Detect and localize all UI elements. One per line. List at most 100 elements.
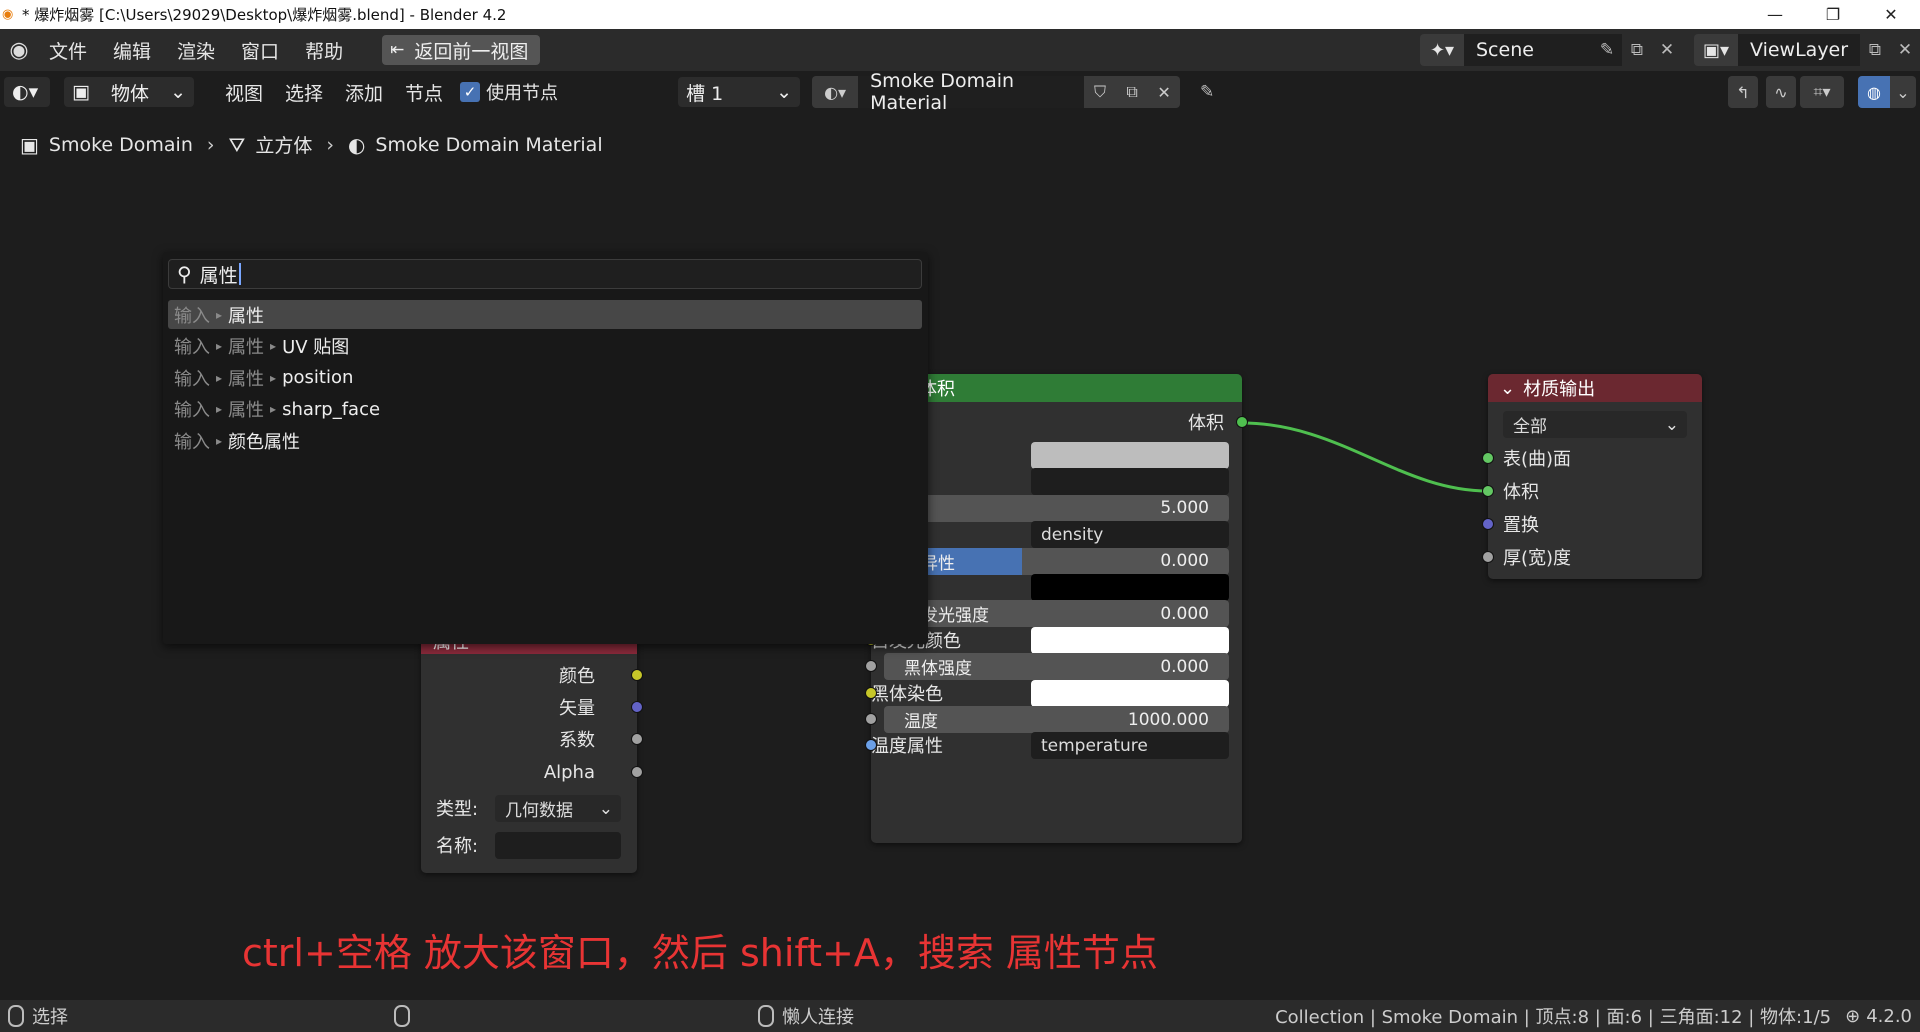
browse-material-icon[interactable]: ◐▾ — [812, 76, 859, 108]
color-swatch[interactable] — [1031, 626, 1229, 654]
minimize-button[interactable]: — — [1746, 0, 1804, 29]
back-to-previous-button[interactable]: ⇤ 返回前一视图 — [382, 35, 541, 65]
overlay-icon[interactable]: ◍ — [1858, 76, 1890, 108]
delete-view-layer-icon[interactable]: ✕ — [1890, 34, 1920, 66]
header-menu-add[interactable]: 添加 — [334, 79, 394, 106]
node-search-input[interactable]: ⚲ 属性 — [168, 259, 922, 289]
add-node-search-popup: ⚲ 属性 输入 ▸ 属性 输入 ▸ 属性 ▸ UV 贴图 输入 ▸ 属性 ▸ position 输入 ▸ 属性… — [163, 252, 928, 644]
object-mode-dropdown[interactable]: ▣ 物体 ⌄ — [64, 77, 194, 107]
search-result-item[interactable]: 输入 ▸ 属性 ▸ UV 贴图 — [168, 332, 922, 361]
volume-number-field[interactable]: 黑体强度 0.000 — [884, 653, 1229, 681]
use-nodes-toggle[interactable]: ✓ 使用节点 — [460, 79, 558, 105]
header-right-tools: ↰ ∿ ⌗▾ ◍ ⌄ — [1728, 71, 1920, 113]
output-node-header[interactable]: ⌄ 材质输出 — [1488, 374, 1702, 402]
blender-logo-icon[interactable]: ◉ — [2, 33, 36, 67]
color-swatch[interactable] — [1031, 574, 1229, 601]
material-icon: ◐ — [347, 132, 366, 157]
search-query: 属性 — [199, 264, 238, 287]
attribute-node[interactable]: 属性 颜色 矢量 系数 Alpha 类型: 几何数据 ⌄ 名称: — [421, 628, 643, 873]
color-swatch[interactable] — [1031, 442, 1229, 469]
snap-target-icon[interactable]: ⌗▾ — [1800, 76, 1844, 108]
color-swatch[interactable] — [1031, 679, 1229, 707]
pin-icon[interactable]: ✎ — [1592, 34, 1622, 66]
material-output-node[interactable]: ⌄ 材质输出 全部 ⌄ 表(曲)面 体积 置换 厚(宽)度 — [1482, 374, 1702, 579]
fake-user-shield-icon[interactable]: ⛉ — [1084, 76, 1117, 108]
text-input-field[interactable] — [1031, 468, 1229, 496]
output-input-volume: 体积 — [1482, 478, 1702, 504]
menu-render[interactable]: 渲染 — [164, 37, 228, 64]
output-label: 颜色 — [559, 666, 595, 687]
maximize-button[interactable]: ❐ — [1804, 0, 1862, 29]
delete-scene-icon[interactable]: ✕ — [1652, 34, 1682, 66]
chevron-down-icon: ⌄ — [776, 81, 793, 103]
object-icon: ▣ — [72, 81, 90, 103]
new-view-layer-icon[interactable]: ⧉ — [1860, 34, 1890, 66]
header-menu-view[interactable]: 视图 — [214, 79, 274, 106]
text-input-field[interactable]: density — [1031, 521, 1229, 549]
overlay-dropdown-icon[interactable]: ⌄ — [1890, 76, 1916, 108]
header-menu-node[interactable]: 节点 — [394, 79, 454, 106]
scene-name-field[interactable]: Scene — [1464, 34, 1592, 66]
snap-icon[interactable]: ∿ — [1766, 76, 1796, 108]
input-socket-thickness[interactable] — [1482, 551, 1494, 563]
volume-number-field[interactable]: 温度 1000.000 — [884, 706, 1229, 733]
parent-node-tree-icon[interactable]: ↰ — [1728, 76, 1758, 108]
result-category: 输入 — [174, 431, 210, 453]
chevron-down-icon: ⌄ — [170, 81, 186, 103]
search-result-item[interactable]: 输入 ▸ 颜色属性 — [168, 426, 922, 455]
duplicate-material-icon[interactable]: ⧉ — [1116, 76, 1149, 108]
volume-number-field[interactable]: 向异性 0.000 — [884, 547, 1229, 575]
menu-file[interactable]: 文件 — [36, 37, 100, 64]
menu-window[interactable]: 窗口 — [228, 37, 292, 64]
volume-number-field[interactable]: 度5.000 — [884, 494, 1229, 522]
search-result-item[interactable]: 输入 ▸ 属性 ▸ position — [168, 363, 922, 392]
search-result-item[interactable]: 输入 ▸ 属性 ▸ sharp_face — [168, 395, 922, 424]
input-socket[interactable] — [865, 660, 877, 673]
collapse-chevron-icon[interactable]: ⌄ — [1500, 378, 1515, 399]
output-socket-volume[interactable] — [1236, 416, 1248, 428]
status-middle-label: 懒人连接 — [782, 1007, 854, 1028]
new-scene-icon[interactable]: ⧉ — [1622, 34, 1652, 66]
search-result-item[interactable]: 输入 ▸ 属性 — [168, 300, 922, 329]
scene-stats: Collection | Smoke Domain | 顶点:8 | 面:6 |… — [1275, 1007, 1832, 1028]
field-label: 温度 — [904, 712, 938, 732]
attr-type-dropdown[interactable]: 几何数据 ⌄ — [495, 795, 621, 822]
input-socket-displacement[interactable] — [1482, 518, 1494, 530]
menu-edit[interactable]: 编辑 — [100, 37, 164, 64]
output-input-surface: 表(曲)面 — [1482, 445, 1702, 471]
header-menu-select[interactable]: 选择 — [274, 79, 334, 106]
input-socket-surface[interactable] — [1482, 452, 1494, 464]
output-socket-fac[interactable] — [631, 733, 643, 745]
output-socket-color[interactable] — [631, 669, 643, 681]
input-socket-volume[interactable] — [1482, 485, 1494, 497]
unlink-material-icon[interactable]: ✕ — [1148, 76, 1181, 108]
output-target-dropdown[interactable]: 全部 ⌄ — [1503, 411, 1687, 438]
material-slot-dropdown[interactable]: 槽 1 ⌄ — [678, 77, 801, 107]
breadcrumb-object: Smoke Domain — [48, 133, 193, 156]
close-button[interactable]: ✕ — [1862, 0, 1920, 29]
chevron-right-icon: › — [326, 133, 334, 156]
field-value: 5.000 — [1160, 498, 1209, 519]
output-socket-alpha[interactable] — [631, 766, 643, 778]
volume-number-field[interactable]: 自发光强度 0.000 — [884, 600, 1229, 628]
submenu-arrow-icon: ▸ — [270, 402, 277, 416]
view-layer-field[interactable]: ViewLayer — [1738, 34, 1860, 66]
field-value: 0.000 — [1160, 603, 1209, 624]
attr-name-input[interactable] — [495, 832, 621, 859]
input-socket[interactable] — [865, 686, 877, 699]
input-socket[interactable] — [865, 713, 877, 725]
globe-icon: ⊕ — [1845, 1005, 1861, 1027]
status-bar: 选择 懒人连接 Collection | Smoke Domain | 顶点:8… — [0, 1000, 1920, 1032]
pin-node-tree-icon[interactable]: ✎ — [1192, 76, 1222, 108]
submenu-arrow-icon: ▸ — [216, 370, 223, 385]
text-input-field[interactable]: temperature — [1031, 732, 1229, 760]
view-layer-icon[interactable]: ▣▾ — [1694, 34, 1738, 66]
material-name-field[interactable]: Smoke Domain Material — [858, 70, 1085, 114]
output-socket-vector[interactable] — [631, 701, 643, 713]
editor-type-dropdown[interactable]: ◐▾ — [4, 77, 50, 107]
scene-icon[interactable]: ✦▾ — [1420, 34, 1464, 66]
version-label: 4.2.0 — [1866, 1005, 1912, 1027]
menu-help[interactable]: 帮助 — [292, 37, 356, 64]
use-nodes-checkbox[interactable]: ✓ — [460, 82, 481, 102]
mouse-middle-icon — [394, 1005, 418, 1027]
